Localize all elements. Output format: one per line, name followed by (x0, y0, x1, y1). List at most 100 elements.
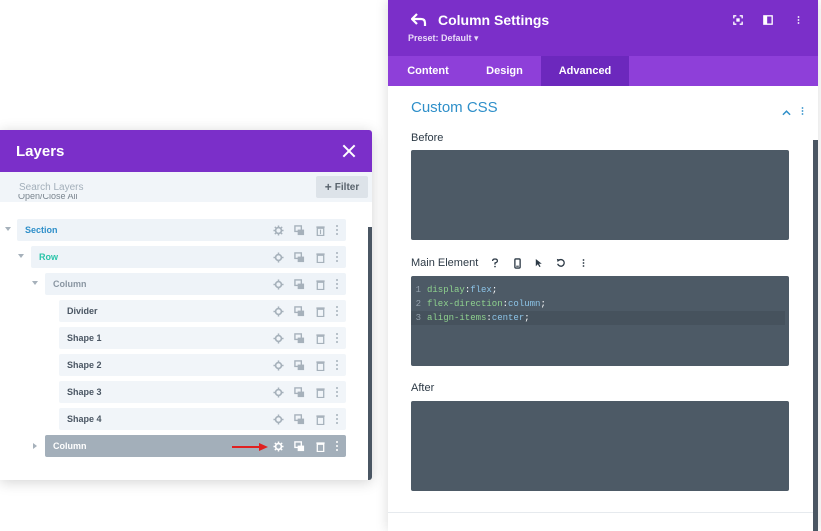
layer-item-shape-3[interactable]: Shape 3 (59, 381, 346, 403)
layers-header: Layers (0, 130, 372, 172)
before-css-editor[interactable] (411, 150, 789, 240)
filter-button[interactable]: + Filter (316, 176, 368, 198)
duplicate-icon[interactable] (293, 413, 305, 425)
trash-icon[interactable] (314, 224, 326, 236)
layer-label: Shape 2 (67, 360, 102, 370)
trash-icon[interactable] (314, 359, 326, 371)
css-property: flex-direction (427, 299, 503, 309)
layer-item-shape-4[interactable]: Shape 4 (59, 408, 346, 430)
layers-scrollbar[interactable] (368, 227, 372, 480)
main-element-label: Main Element (411, 257, 479, 269)
more-options-icon[interactable] (335, 278, 339, 290)
more-options-icon[interactable] (335, 305, 339, 317)
duplicate-icon[interactable] (293, 224, 305, 236)
more-options-icon[interactable] (335, 224, 339, 236)
help-icon[interactable] (486, 255, 504, 271)
more-options-icon[interactable] (335, 440, 339, 452)
line-number: 3 (415, 313, 421, 323)
trash-icon[interactable] (314, 332, 326, 344)
chevron-up-icon[interactable] (782, 103, 791, 121)
more-options-icon[interactable] (792, 14, 804, 26)
collapse-caret-icon[interactable] (32, 281, 38, 285)
code-line-active: 3 align-items: center; (411, 311, 785, 325)
layer-label: Column (53, 279, 87, 289)
duplicate-icon[interactable] (293, 251, 305, 263)
settings-scrollbar[interactable] (813, 140, 818, 531)
collapse-caret-icon[interactable] (5, 227, 11, 231)
duplicate-icon[interactable] (293, 305, 305, 317)
more-options-icon[interactable] (335, 386, 339, 398)
duplicate-icon[interactable] (293, 278, 305, 290)
trash-icon[interactable] (314, 440, 326, 452)
open-close-all-link[interactable]: Open/Close All (18, 194, 78, 202)
more-options-icon[interactable] (801, 103, 804, 121)
css-value: flex (470, 285, 492, 295)
layer-item-row[interactable]: Row (31, 246, 346, 268)
custom-css-section-title[interactable]: Custom CSS (411, 99, 498, 116)
css-value: column (508, 299, 541, 309)
settings-tabs: Content Design Advanced (388, 56, 818, 86)
trash-icon[interactable] (314, 278, 326, 290)
layer-item-column[interactable]: Column (45, 273, 346, 295)
layer-item-section[interactable]: Section (17, 219, 346, 241)
layer-item-shape-1[interactable]: Shape 1 (59, 327, 346, 349)
gear-icon[interactable] (272, 359, 284, 371)
more-options-icon[interactable] (335, 413, 339, 425)
gear-icon[interactable] (272, 440, 284, 452)
preset-dropdown[interactable]: Preset: Default ▾ (408, 33, 479, 44)
collapse-caret-icon[interactable] (18, 254, 24, 258)
more-options-icon[interactable] (335, 251, 339, 263)
back-arrow-icon[interactable] (411, 13, 427, 27)
gear-icon[interactable] (272, 332, 284, 344)
tab-design[interactable]: Design (468, 56, 541, 86)
gear-icon[interactable] (272, 224, 284, 236)
close-icon[interactable] (342, 144, 356, 158)
css-property: align-items (427, 313, 487, 323)
tab-advanced[interactable]: Advanced (541, 56, 629, 86)
css-property: display (427, 285, 465, 295)
layer-label: Shape 1 (67, 333, 102, 343)
layer-item-shape-2[interactable]: Shape 2 (59, 354, 346, 376)
gear-icon[interactable] (272, 251, 284, 263)
duplicate-icon[interactable] (293, 386, 305, 398)
line-number: 1 (415, 285, 421, 295)
search-layers-input[interactable] (19, 181, 279, 193)
gear-icon[interactable] (272, 278, 284, 290)
mobile-icon[interactable] (508, 255, 526, 271)
fullscreen-icon[interactable] (732, 14, 744, 26)
more-options-icon[interactable] (335, 359, 339, 371)
expand-caret-icon[interactable] (33, 443, 37, 449)
code-line: 1 display: flex; (411, 283, 785, 297)
duplicate-icon[interactable] (293, 332, 305, 344)
plus-icon: + (324, 180, 332, 194)
gear-icon[interactable] (272, 305, 284, 317)
layer-item-divider[interactable]: Divider (59, 300, 346, 322)
reset-icon[interactable] (552, 255, 570, 271)
divider (388, 512, 818, 513)
cursor-icon[interactable] (530, 255, 548, 271)
split-view-icon[interactable] (762, 14, 774, 26)
layer-label: Divider (67, 306, 98, 316)
more-options-icon[interactable] (574, 255, 592, 271)
gear-icon[interactable] (272, 386, 284, 398)
layers-title: Layers (16, 142, 65, 160)
preset-label: Preset: Default (408, 33, 472, 43)
more-options-icon[interactable] (335, 332, 339, 344)
code-line: 2 flex-direction: column; (411, 297, 785, 311)
gear-icon[interactable] (272, 413, 284, 425)
layer-item-column-selected[interactable]: Column (45, 435, 346, 457)
trash-icon[interactable] (314, 413, 326, 425)
layer-label: Shape 3 (67, 387, 102, 397)
main-element-css-editor[interactable]: 1 display: flex; 2 flex-direction: column;… (411, 276, 789, 366)
trash-icon[interactable] (314, 305, 326, 317)
after-label: After (411, 382, 435, 394)
trash-icon[interactable] (314, 386, 326, 398)
after-css-editor[interactable] (411, 401, 789, 491)
line-number: 2 (415, 299, 421, 309)
trash-icon[interactable] (314, 251, 326, 263)
duplicate-icon[interactable] (293, 359, 305, 371)
before-label: Before (411, 132, 444, 144)
settings-title: Column Settings (438, 12, 550, 28)
duplicate-icon[interactable] (293, 440, 305, 452)
tab-content[interactable]: Content (388, 56, 468, 86)
